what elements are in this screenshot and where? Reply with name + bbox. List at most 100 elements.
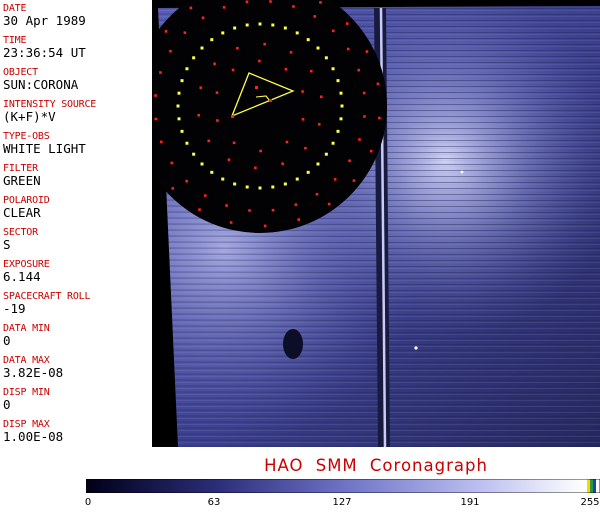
grid-mark: [315, 192, 319, 196]
grid-mark: [357, 68, 360, 72]
grid-mark: [259, 149, 262, 153]
grid-mark: [203, 194, 207, 197]
ring-dot: [177, 117, 181, 121]
grid-mark: [169, 49, 172, 53]
grid-mark: [284, 67, 288, 71]
grid-mark: [304, 146, 307, 150]
field-intensity-source: INTENSITY SOURCE (K+F)*V: [3, 99, 151, 124]
grid-mark: [345, 22, 349, 25]
ring-dot: [210, 170, 214, 174]
grid-mark: [269, 0, 272, 3]
field-value: 3.82E-08: [3, 365, 64, 380]
field-value: 0: [3, 333, 11, 348]
ring-dot: [283, 182, 287, 186]
grid-mark: [346, 47, 350, 51]
grid-mark: [207, 139, 211, 143]
field-value: (K+F)*V: [3, 109, 56, 124]
ring-dot: [177, 91, 181, 95]
instrument-caption: HAO SMM Coronagraph: [264, 456, 488, 475]
colorbar-tick-63: 63: [207, 497, 221, 508]
field-value: CLEAR: [3, 205, 41, 220]
grid-mark: [378, 116, 381, 120]
field-value: 0: [3, 397, 11, 412]
grid-mark: [301, 90, 304, 93]
ring-dot: [306, 170, 310, 174]
field-type-obs: TYPE-OBS WHITE LIGHT: [3, 131, 151, 156]
grid-mark: [289, 51, 293, 54]
grid-mark: [258, 59, 261, 63]
field-value: 6.144: [3, 269, 41, 284]
ring-dot: [210, 38, 214, 42]
ring-dot: [180, 129, 184, 133]
field-time: TIME 23:36:54 UT: [3, 35, 151, 60]
grid-mark: [376, 82, 380, 86]
ring-dot: [340, 104, 344, 108]
grid-mark: [201, 16, 205, 20]
grid-mark: [369, 149, 373, 153]
grid-mark: [365, 50, 369, 53]
ring-dot: [316, 46, 320, 50]
grid-mark: [319, 1, 322, 4]
ring-dot: [336, 79, 340, 83]
grid-mark: [160, 140, 163, 144]
grid-mark: [232, 141, 236, 145]
field-spacecraft-roll: SPACECRAFT ROLL -19: [3, 291, 151, 316]
ring-dot: [336, 129, 340, 133]
grid-mark: [222, 6, 226, 9]
grid-mark: [248, 209, 251, 212]
grid-mark: [362, 91, 366, 95]
ring-dot: [258, 22, 262, 26]
field-value: S: [3, 237, 11, 252]
grid-mark: [159, 71, 162, 74]
ring-dot: [221, 31, 225, 35]
grid-mark: [263, 42, 266, 46]
grid-mark: [199, 86, 203, 89]
grid-mark: [352, 179, 356, 182]
ring-dot: [258, 186, 262, 190]
colorbar-tick-255: 255: [580, 497, 600, 508]
grid-mark: [213, 62, 216, 66]
grid-mark: [317, 123, 321, 126]
grid-mark: [164, 30, 168, 33]
ring-dot: [295, 31, 299, 35]
grid-mark: [215, 91, 219, 95]
ring-dot: [185, 141, 189, 145]
ring-dot: [245, 185, 249, 189]
grid-mark: [216, 119, 219, 122]
ring-dot: [324, 56, 328, 60]
ring-dot: [271, 23, 275, 27]
field-disp-max: DISP MAX 1.00E-08: [3, 419, 151, 444]
ring-dot: [245, 23, 249, 27]
grid-mark: [229, 221, 233, 224]
field-date: DATE 30 Apr 1989: [3, 3, 151, 28]
field-label: DATA MIN: [3, 323, 50, 334]
ring-dot: [233, 182, 237, 186]
grid-mark: [320, 95, 323, 99]
grid-mark: [154, 117, 158, 121]
field-data-max: DATA MAX 3.82E-08: [3, 355, 151, 380]
ring-dot: [295, 177, 299, 181]
grid-mark: [197, 113, 200, 117]
ring-dot: [339, 91, 343, 95]
ring-dot: [331, 141, 335, 145]
grid-mark: [154, 94, 157, 97]
dark-spot: [283, 329, 303, 359]
grid-mark: [227, 158, 231, 161]
grid-mark: [263, 224, 267, 228]
field-value: 30 Apr 1989: [3, 13, 86, 28]
ring-dot: [192, 152, 196, 156]
ring-dot: [233, 26, 237, 30]
ring-dot: [192, 56, 196, 60]
grid-mark: [358, 138, 361, 141]
field-value: -19: [3, 301, 26, 316]
field-disp-min: DISP MIN 0: [3, 387, 151, 412]
ring-dot: [176, 104, 180, 108]
grid-mark: [301, 117, 305, 121]
grid-mark: [285, 140, 289, 144]
field-polaroid: POLAROID CLEAR: [3, 195, 151, 220]
field-data-min: DATA MIN 0: [3, 323, 151, 348]
colorbar-tick-191: 191: [460, 497, 480, 508]
field-exposure: EXPOSURE 6.144: [3, 259, 151, 284]
ring-dot: [200, 46, 204, 50]
grid-mark: [294, 203, 298, 206]
